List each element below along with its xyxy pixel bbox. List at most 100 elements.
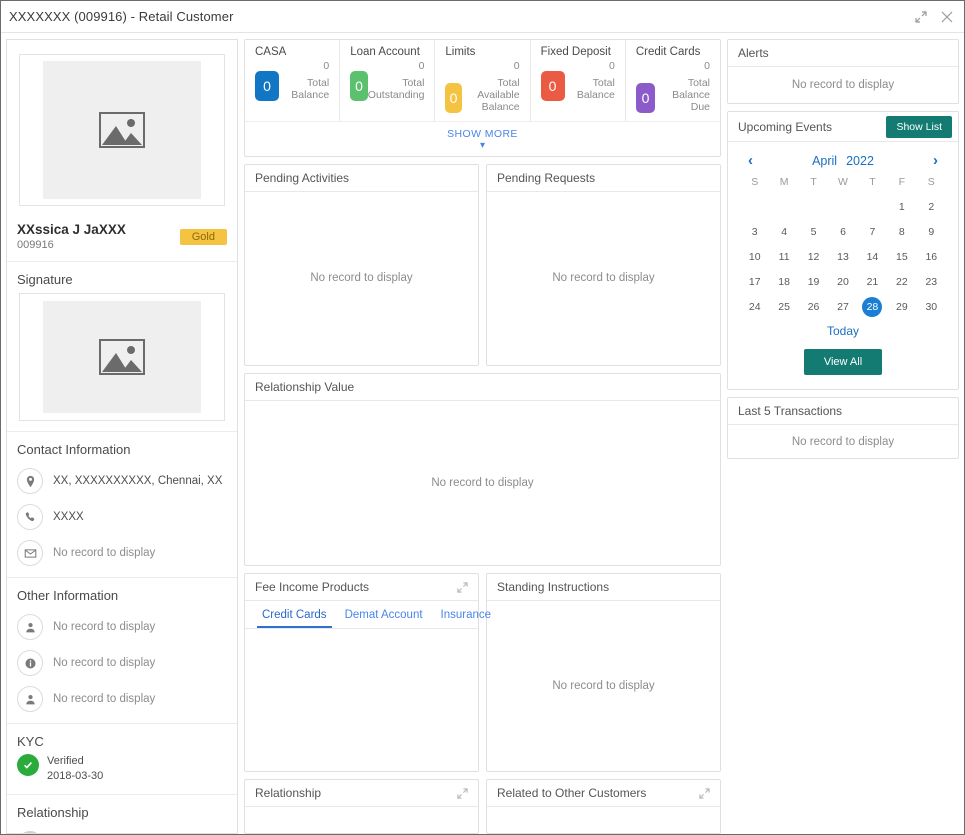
calendar-day[interactable]: 17 [740, 272, 769, 292]
calendar-day[interactable]: 30 [917, 297, 946, 317]
calendar-day[interactable]: 5 [799, 222, 828, 242]
calendar-day-today[interactable]: 28 [862, 297, 883, 317]
fee-income-products-title: Fee Income Products [255, 580, 370, 595]
calendar-day[interactable]: 18 [769, 272, 798, 292]
info-icon [17, 650, 43, 676]
calendar-day[interactable]: 21 [858, 272, 887, 292]
customer-id: 009916 [17, 239, 54, 251]
calendar-day[interactable]: 29 [887, 297, 916, 317]
calendar-day[interactable]: 7 [858, 222, 887, 242]
calendar-day[interactable]: 27 [828, 297, 857, 317]
summary-caption: Total Available Balance [477, 76, 520, 113]
upcoming-events-header: Upcoming Events Show List [728, 112, 958, 142]
standing-instructions-title: Standing Instructions [487, 574, 720, 602]
summary-label: Limits [445, 46, 476, 58]
calendar-day[interactable]: 26 [799, 297, 828, 317]
pending-activities-title: Pending Activities [245, 165, 478, 192]
main-content: CASA 0 0 Total Balance Loan Account 0 0 … [244, 39, 721, 834]
tab-demat-account[interactable]: Demat Account [336, 603, 432, 627]
expand-icon[interactable] [699, 788, 710, 799]
pending-requests-title: Pending Requests [487, 165, 720, 192]
summary-amount: 0 [323, 60, 330, 72]
calendar-blank [769, 197, 798, 217]
summary-card-casa[interactable]: CASA 0 0 Total Balance [245, 40, 341, 121]
calendar-day[interactable]: 16 [917, 247, 946, 267]
calendar-day[interactable]: 20 [828, 272, 857, 292]
envelope-icon [17, 540, 43, 566]
relationship-empty-row: No record to display [7, 826, 237, 833]
check-circle-icon [17, 754, 39, 776]
other-info-row-1: No record to display [7, 609, 237, 645]
bottom-panels-row: Relationship Related to Other Customers [244, 779, 721, 834]
alerts-empty: No record to display [791, 79, 895, 91]
phone-icon [17, 504, 43, 530]
calendar-day[interactable]: 3 [740, 222, 769, 242]
expand-icon[interactable] [457, 788, 468, 799]
signature-image [7, 293, 237, 431]
tab-insurance[interactable]: Insurance [432, 603, 501, 627]
calendar-day[interactable]: 1 [887, 197, 916, 217]
close-icon[interactable] [940, 10, 954, 24]
calendar-dow-4: T [869, 176, 876, 188]
summary-card-credit-cards[interactable]: Credit Cards 0 0 Total Balance Due [626, 40, 720, 121]
calendar-today-link[interactable]: Today [740, 317, 946, 340]
calendar-year[interactable]: 2022 [846, 154, 874, 168]
calendar-day[interactable]: 14 [858, 247, 887, 267]
summary-card-fixed-deposit[interactable]: Fixed Deposit 0 0 Total Balance [531, 40, 626, 121]
calendar-blank [828, 197, 857, 217]
contact-email-row: No record to display [7, 535, 237, 571]
summary-label: Fixed Deposit [540, 46, 611, 58]
image-placeholder-icon [43, 61, 201, 199]
calendar-day[interactable]: 10 [740, 247, 769, 267]
last-transactions-panel: Last 5 Transactions No record to display [727, 397, 959, 459]
calendar-day[interactable]: 25 [769, 297, 798, 317]
calendar-grid: S M T W T F S 1 2 3 4 5 6 7 8 9 10 11 12 13 14 15 16 17 18 19 20 21… [740, 176, 946, 317]
event-calendar: ‹ April 2022 › S M T W T F S 1 2 3 4 5 6 7 8 9 10 11 12 13 1… [728, 142, 958, 389]
calendar-day[interactable]: 22 [887, 272, 916, 292]
upcoming-events-title: Upcoming Events [738, 119, 833, 134]
view-all-button[interactable]: View All [803, 349, 883, 375]
customer-photo [7, 40, 237, 216]
calendar-day[interactable]: 4 [769, 222, 798, 242]
calendar-day[interactable]: 23 [917, 272, 946, 292]
fee-income-products-body [245, 629, 478, 771]
summary-caption: Total Balance Due [672, 76, 711, 113]
summary-card-loan-account[interactable]: Loan Account 0 0 Total Outstanding [340, 40, 436, 121]
related-other-customers-title: Related to Other Customers [497, 786, 647, 801]
calendar-day[interactable]: 15 [887, 247, 916, 267]
window-controls [914, 10, 954, 24]
calendar-dow-1: M [779, 176, 789, 188]
tab-credit-cards[interactable]: Credit Cards [253, 603, 336, 628]
calendar-blank [799, 197, 828, 217]
show-list-button[interactable]: Show List [886, 115, 952, 138]
calendar-dow-2: T [810, 176, 817, 188]
summary-caption: Total Balance [291, 76, 330, 101]
calendar-day[interactable]: 9 [917, 222, 946, 242]
right-sidebar: Alerts No record to display Upcoming Eve… [727, 39, 959, 834]
calendar-day[interactable]: 6 [828, 222, 857, 242]
expand-icon[interactable] [914, 10, 928, 24]
show-more-toggle[interactable]: SHOW MORE ▾ [245, 120, 720, 156]
calendar-day[interactable]: 2 [917, 197, 946, 217]
calendar-day[interactable]: 12 [799, 247, 828, 267]
summary-card-limits[interactable]: Limits 0 0 Total Available Balance [435, 40, 531, 121]
contact-phone-row: XXXX [7, 499, 237, 535]
calendar-day[interactable]: 8 [887, 222, 916, 242]
summary-label: CASA [255, 46, 287, 58]
location-pin-icon [17, 468, 43, 494]
calendar-day[interactable]: 11 [769, 247, 798, 267]
alerts-panel: Alerts No record to display [727, 39, 959, 104]
alerts-title: Alerts [728, 40, 958, 67]
calendar-day[interactable]: 19 [799, 272, 828, 292]
summary-amount: 0 [513, 60, 520, 72]
calendar-day[interactable]: 13 [828, 247, 857, 267]
calendar-month[interactable]: April [812, 154, 837, 168]
relationship-bottom-panel: Relationship [244, 779, 479, 834]
kyc-status-value: Verified [47, 755, 84, 767]
image-placeholder-icon [43, 301, 201, 413]
calendar-day[interactable]: 24 [740, 297, 769, 317]
chevron-right-icon[interactable]: › [933, 153, 938, 168]
chevron-left-icon[interactable]: ‹ [748, 153, 753, 168]
customer-sidebar: XXssica J JaXXX 009916 Gold Signature Co… [6, 39, 238, 834]
expand-icon[interactable] [457, 582, 468, 593]
